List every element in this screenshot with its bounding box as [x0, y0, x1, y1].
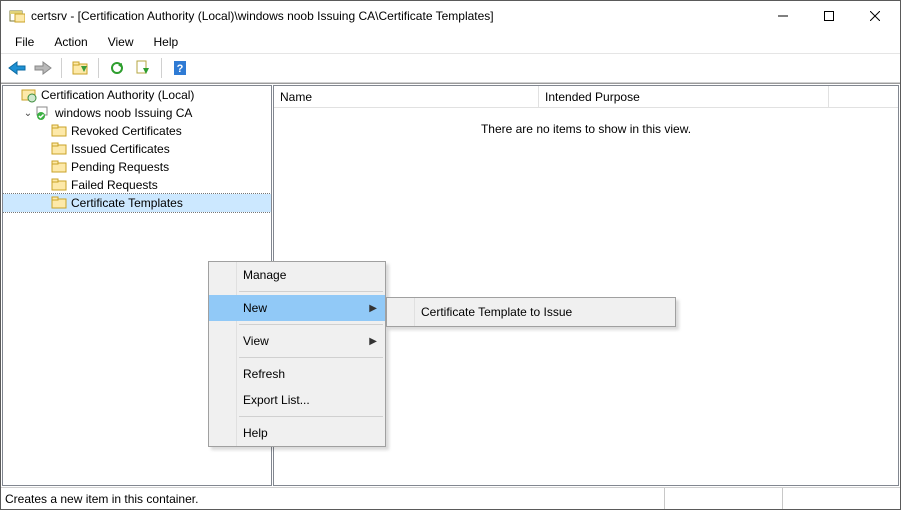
tree-root-label: Certification Authority (Local) — [41, 88, 194, 102]
tree-templates[interactable]: Certificate Templates — [3, 194, 271, 212]
help-button[interactable]: ? — [168, 56, 192, 80]
ctx-view[interactable]: View ▶ — [209, 328, 385, 354]
menu-separator — [239, 357, 383, 358]
menu-separator — [239, 324, 383, 325]
folder-icon — [51, 177, 67, 193]
empty-message: There are no items to show in this view. — [274, 122, 898, 136]
minimize-button[interactable] — [760, 1, 806, 30]
forward-button[interactable] — [31, 56, 55, 80]
status-cell — [782, 488, 900, 509]
back-button[interactable] — [5, 56, 29, 80]
menubar: File Action View Help — [1, 31, 900, 53]
folder-icon — [51, 159, 67, 175]
toolbar-separator — [61, 58, 62, 78]
tree-failed[interactable]: Failed Requests — [3, 176, 271, 194]
properties-button[interactable] — [68, 56, 92, 80]
folder-icon — [51, 195, 67, 211]
submenu-arrow-icon: ▶ — [369, 336, 377, 347]
tree-pending-label: Pending Requests — [71, 160, 169, 174]
tree-pending[interactable]: Pending Requests — [3, 158, 271, 176]
window-controls — [760, 1, 898, 31]
titlebar: certsrv - [Certification Authority (Loca… — [1, 1, 900, 31]
menu-file[interactable]: File — [7, 33, 42, 51]
context-menu: Manage New ▶ View ▶ Refresh Export List.… — [208, 261, 386, 447]
tree-revoked-label: Revoked Certificates — [71, 124, 182, 138]
tree-failed-label: Failed Requests — [71, 178, 158, 192]
status-text: Creates a new item in this container. — [5, 492, 664, 506]
tree-revoked[interactable]: Revoked Certificates — [3, 122, 271, 140]
tree-issued-label: Issued Certificates — [71, 142, 170, 156]
menu-separator — [239, 291, 383, 292]
tree-issued[interactable]: Issued Certificates — [3, 140, 271, 158]
twisty-open-icon[interactable]: ⌄ — [21, 108, 35, 119]
statusbar: Creates a new item in this container. — [1, 487, 900, 509]
tree-ca-label: windows noob Issuing CA — [55, 106, 192, 120]
toolbar-separator — [161, 58, 162, 78]
maximize-button[interactable] — [806, 1, 852, 30]
tree-ca[interactable]: ⌄ windows noob Issuing CA — [3, 104, 271, 122]
ctx-help[interactable]: Help — [209, 420, 385, 446]
ctx-new-issue[interactable]: Certificate Template to Issue — [387, 298, 675, 326]
content-area: Certification Authority (Local) ⌄ window… — [1, 83, 900, 487]
toolbar: ? — [1, 53, 900, 83]
col-purpose[interactable]: Intended Purpose — [539, 86, 829, 107]
menu-help[interactable]: Help — [146, 33, 187, 51]
ctx-refresh[interactable]: Refresh — [209, 361, 385, 387]
ctx-new[interactable]: New ▶ — [209, 295, 385, 321]
tree-templates-label: Certificate Templates — [71, 196, 183, 210]
folder-icon — [51, 123, 67, 139]
ctx-export[interactable]: Export List... — [209, 387, 385, 413]
list-header: Name Intended Purpose — [274, 86, 898, 108]
refresh-button[interactable] — [105, 56, 129, 80]
toolbar-separator — [98, 58, 99, 78]
ctx-manage[interactable]: Manage — [209, 262, 385, 288]
menu-action[interactable]: Action — [46, 33, 95, 51]
close-button[interactable] — [852, 1, 898, 30]
app-icon — [9, 8, 25, 24]
status-cell — [664, 488, 782, 509]
ca-ok-icon — [35, 105, 51, 121]
folder-icon — [51, 141, 67, 157]
tree-root[interactable]: Certification Authority (Local) — [3, 86, 271, 104]
menu-gutter — [209, 262, 237, 446]
submenu-arrow-icon: ▶ — [369, 303, 377, 314]
context-submenu-new: Certificate Template to Issue — [386, 297, 676, 327]
menu-separator — [239, 416, 383, 417]
svg-text:?: ? — [177, 63, 184, 75]
cert-authority-icon — [21, 87, 37, 103]
window-title: certsrv - [Certification Authority (Loca… — [31, 9, 760, 23]
menu-view[interactable]: View — [100, 33, 142, 51]
app-window: certsrv - [Certification Authority (Loca… — [0, 0, 901, 510]
export-button[interactable] — [131, 56, 155, 80]
col-name[interactable]: Name — [274, 86, 539, 107]
